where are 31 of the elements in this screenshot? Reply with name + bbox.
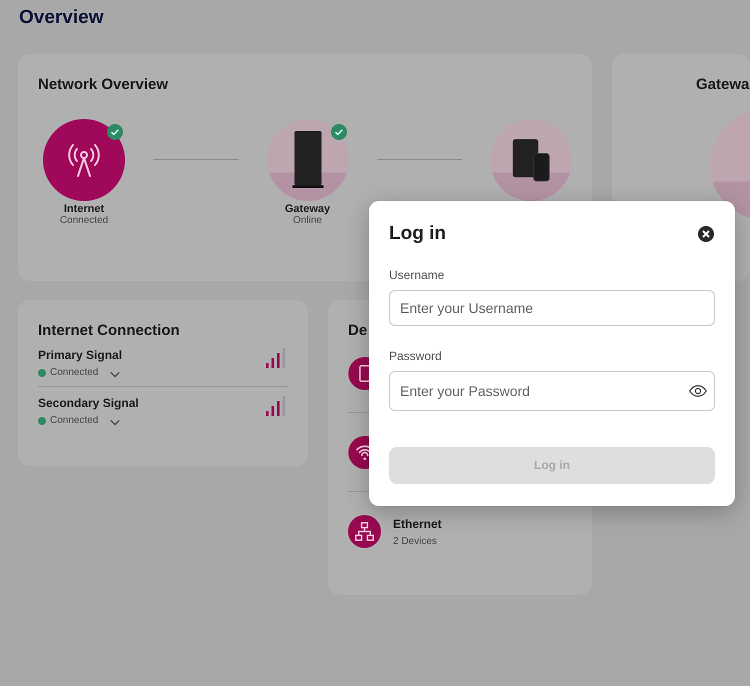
card-title: Internet Connection [38,322,181,339]
signal-bars-icon [266,396,288,416]
status-dot-icon [38,368,46,376]
signal-name: Secondary Signal [38,396,139,410]
dialog-title: Log in [389,223,446,245]
field-label: Username [389,268,446,282]
signal-bars-icon [266,348,288,368]
close-icon[interactable] [697,225,715,243]
chevron-down-icon[interactable] [110,419,120,426]
phone-icon [348,357,369,390]
password-field[interactable]: Enter your Password [389,370,715,411]
device-count: 2 Devices [393,536,438,546]
signal-name: Primary Signal [38,348,122,362]
page-title: Overview [18,6,104,30]
signal-status: Connected [50,415,98,426]
status-dot-icon [38,416,46,424]
card-title: De [348,322,368,339]
network-icon [348,515,381,548]
node-label: Internet [64,203,104,215]
username-field[interactable]: Enter your Username [389,290,715,326]
field-label: Password [389,348,443,363]
node-status: Connected [60,215,108,226]
card-title: Gatewa [696,76,750,93]
device-type-name: Ethernet [393,516,442,530]
eye-icon[interactable] [689,384,707,397]
node-label: Gateway [284,203,330,215]
node-status: Online [293,215,322,226]
chevron-down-icon[interactable] [110,371,120,378]
wifi-icon [348,436,369,469]
signal-status: Connected [50,367,98,378]
card-title: Network Overview [38,76,170,93]
